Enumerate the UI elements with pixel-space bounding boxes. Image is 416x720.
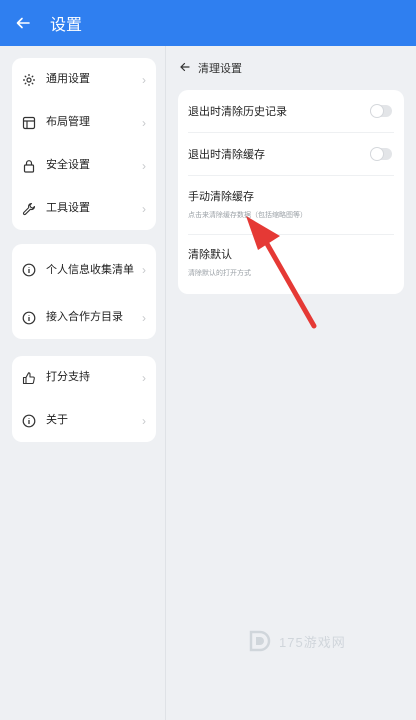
annotation-arrow-icon (246, 216, 317, 329)
watermark-text: 175游戏网 (279, 634, 346, 650)
watermark: 175游戏网 (247, 628, 346, 654)
watermark-logo-icon (249, 630, 271, 652)
